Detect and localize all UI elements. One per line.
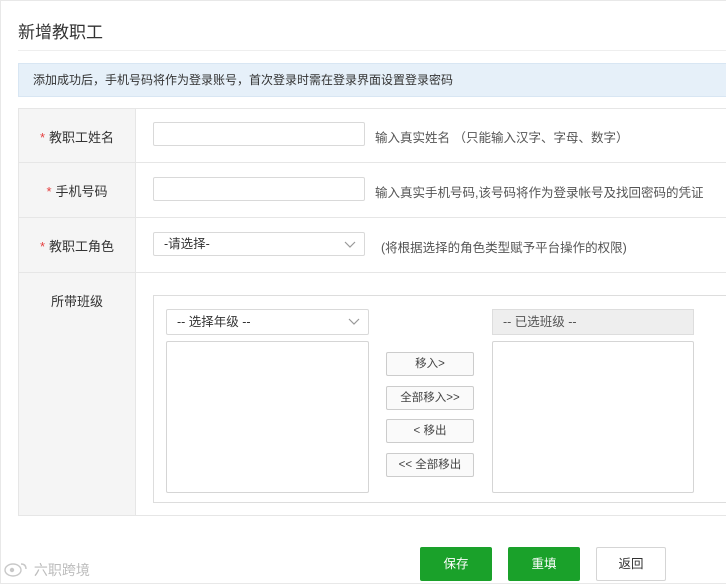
classes-label: 所带班级 <box>50 294 103 309</box>
move-in-button[interactable]: 移入> <box>386 352 474 376</box>
back-button[interactable]: 返回 <box>596 547 666 581</box>
label-column <box>19 109 136 515</box>
phone-input[interactable] <box>153 177 365 201</box>
role-select-value: -请选择- <box>164 237 210 251</box>
staff-name-input[interactable] <box>153 122 365 146</box>
row-divider <box>19 162 726 163</box>
move-out-button[interactable]: < 移出 <box>386 419 474 443</box>
role-hint: (将根据选择的角色类型赋予平台操作的权限) <box>381 241 627 255</box>
save-button[interactable]: 保存 <box>420 547 492 581</box>
move-all-in-button[interactable]: 全部移入>> <box>386 386 474 410</box>
row-divider <box>19 217 726 218</box>
chevron-down-icon <box>344 241 356 248</box>
watermark: 六职跨境 <box>4 560 90 580</box>
grade-select-value: -- 选择年级 -- <box>177 315 251 329</box>
reset-button[interactable]: 重填 <box>508 547 580 581</box>
name-label: * 教职工姓名 <box>19 127 135 146</box>
row-divider <box>19 272 726 273</box>
name-hint: 输入真实姓名 （只能输入汉字、字母、数字） <box>375 131 629 145</box>
phone-hint: 输入真实手机号码,该号码将作为登录帐号及找回密码的凭证 <box>375 186 704 200</box>
available-classes-list[interactable] <box>166 341 369 493</box>
move-all-out-button[interactable]: << 全部移出 <box>386 453 474 477</box>
role-label: * 教职工角色 <box>19 236 135 255</box>
selected-classes-header: -- 已选班级 -- <box>492 309 694 335</box>
weibo-logo-icon <box>4 563 27 577</box>
phone-label-text: 手机号码 <box>55 184 108 199</box>
title-divider <box>18 50 726 51</box>
page-title: 新增教职工 <box>18 23 103 42</box>
required-mark: * <box>39 239 46 254</box>
name-label-text: 教职工姓名 <box>49 130 115 145</box>
grade-select[interactable]: -- 选择年级 -- <box>166 309 369 335</box>
chevron-down-icon <box>348 318 360 325</box>
role-select[interactable]: -请选择- <box>153 232 365 256</box>
staff-form: * 教职工姓名 输入真实姓名 （只能输入汉字、字母、数字） * 手机号码 输入真实手… <box>18 108 726 516</box>
phone-label: * 手机号码 <box>19 181 135 200</box>
info-notice: 添加成功后，手机号码将作为登录账号，首次登录时需在登录界面设置登录密码 <box>18 63 726 97</box>
required-mark: * <box>46 184 52 199</box>
watermark-text: 六职跨境 <box>33 562 90 578</box>
required-mark: * <box>39 130 46 145</box>
selected-classes-list[interactable] <box>492 341 694 493</box>
class-picker: -- 选择年级 -- 移入> 全部移入>> < 移出 << 全部移出 -- 已选… <box>153 295 726 503</box>
role-label-text: 教职工角色 <box>49 239 115 254</box>
